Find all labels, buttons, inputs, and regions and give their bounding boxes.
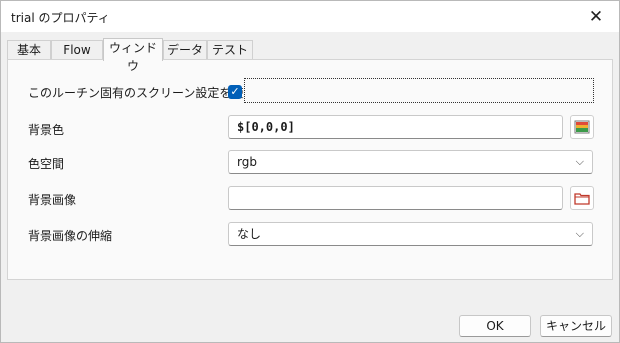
window-title: trial のプロパティ	[11, 11, 110, 25]
color-picker-button[interactable]	[570, 115, 594, 139]
chevron-down-icon: ⌵	[575, 155, 584, 168]
bg-image-stretch-label: 背景画像の伸縮	[28, 229, 113, 243]
bg-image-label: 背景画像	[28, 193, 77, 207]
color-picker-icon	[574, 120, 590, 134]
use-specific-settings-label: このルーチン固有のスクリーン設定を使用	[28, 86, 256, 100]
color-space-value: rgb	[237, 155, 257, 169]
ok-button[interactable]: OK	[459, 315, 531, 337]
cancel-button[interactable]: キャンセル	[540, 315, 612, 337]
tab-window[interactable]: ウィンドウ	[103, 38, 163, 73]
checkmark-icon: ✓	[230, 85, 240, 98]
properties-dialog: trial のプロパティ ✕ 基本 Flow ウィンドウ データ テスト このル…	[0, 0, 620, 343]
browse-folder-button[interactable]	[570, 186, 594, 210]
bg-color-input[interactable]: $[0,0,0]	[228, 115, 563, 139]
tab-test[interactable]: テスト	[207, 40, 253, 60]
folder-open-icon	[574, 193, 590, 205]
bg-image-stretch-value: なし	[237, 227, 262, 241]
color-space-select[interactable]: rgb ⌵	[228, 150, 593, 174]
window-settings-panel: このルーチン固有のスクリーン設定を使用 ✓ 背景色 $[0,0,0] 色空間 r…	[7, 59, 613, 280]
tab-flow[interactable]: Flow	[51, 40, 103, 60]
tab-basic[interactable]: 基本	[7, 40, 51, 60]
title-bar: trial のプロパティ ✕	[1, 1, 619, 32]
close-button[interactable]: ✕	[573, 1, 619, 32]
tab-data[interactable]: データ	[163, 40, 207, 60]
close-icon: ✕	[588, 6, 604, 27]
color-space-label: 色空間	[28, 157, 65, 171]
bg-image-stretch-select[interactable]: なし ⌵	[228, 222, 593, 246]
use-specific-settings-checkbox[interactable]: ✓	[228, 85, 242, 99]
bg-color-label: 背景色	[28, 123, 65, 137]
chevron-down-icon: ⌵	[575, 227, 584, 240]
bg-color-value: $[0,0,0]	[237, 120, 295, 134]
bg-image-input[interactable]	[228, 186, 563, 210]
focus-rectangle	[244, 78, 594, 103]
